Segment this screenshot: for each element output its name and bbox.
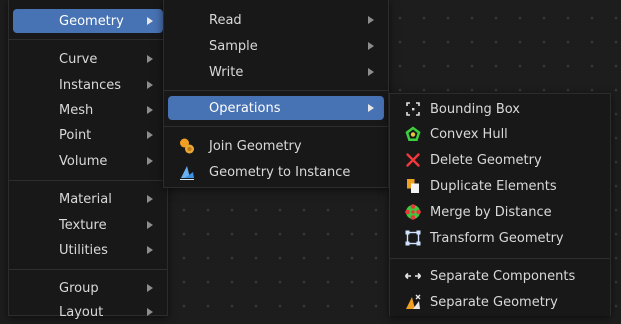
operations-submenu: Bounding Box Convex Hull Delete Geometry… [389, 93, 611, 316]
menu-item-label: Material [59, 191, 112, 207]
menu-item-bounding-box[interactable]: Bounding Box [394, 97, 606, 121]
menu-item-layout[interactable]: Layout [13, 300, 163, 324]
menu-item-label: Duplicate Elements [430, 178, 557, 194]
menu-item-label: Mesh [59, 102, 94, 118]
submenu-arrow-icon [147, 308, 153, 316]
separate-components-icon [404, 267, 422, 285]
merge-icon [404, 203, 422, 221]
submenu-arrow-icon [147, 106, 153, 114]
menu-item-point[interactable]: Point [13, 123, 163, 147]
menu-separator [164, 90, 388, 91]
menu-item-utilities[interactable]: Utilities [13, 238, 163, 262]
join-geometry-icon [178, 137, 196, 155]
menu-item-volume[interactable]: Volume [13, 149, 163, 173]
submenu-arrow-icon [368, 68, 374, 76]
geometry-submenu: Read Sample Write Operations Join Geomet… [163, 0, 389, 188]
menu-item-instances[interactable]: Instances [13, 73, 163, 97]
menu-item-label: Instances [59, 77, 122, 93]
submenu-arrow-icon [147, 157, 153, 165]
geometry-to-instance-icon [178, 163, 196, 181]
menu-item-label: Geometry [59, 13, 124, 29]
submenu-arrow-icon [368, 104, 374, 112]
convex-hull-icon [404, 125, 422, 143]
menu-item-convex-hull[interactable]: Convex Hull [394, 122, 606, 146]
menu-item-write[interactable]: Write [168, 60, 384, 84]
menu-item-join-geometry[interactable]: Join Geometry [168, 134, 384, 158]
menu-item-label: Separate Geometry [430, 294, 558, 310]
menu-item-separate-components[interactable]: Separate Components [394, 264, 606, 288]
menu-item-separate-geometry[interactable]: Separate Geometry [394, 290, 606, 314]
menu-item-texture[interactable]: Texture [13, 213, 163, 237]
add-menu: Geometry Curve Instances Mesh Point Volu… [8, 0, 168, 320]
menu-item-material[interactable]: Material [13, 187, 163, 211]
menu-item-label: Convex Hull [430, 126, 508, 142]
menu-item-label: Write [209, 64, 244, 80]
menu-separator [9, 180, 167, 181]
duplicate-icon [404, 177, 422, 195]
submenu-arrow-icon [147, 81, 153, 89]
submenu-arrow-icon [147, 246, 153, 254]
menu-separator [390, 258, 610, 259]
menu-item-operations[interactable]: Operations [168, 96, 384, 120]
transform-icon [404, 229, 422, 247]
menu-separator [9, 269, 167, 270]
menu-item-label: Transform Geometry [430, 230, 564, 246]
menu-item-label: Utilities [59, 242, 108, 258]
submenu-arrow-icon [368, 42, 374, 50]
menu-item-curve[interactable]: Curve [13, 47, 163, 71]
menu-item-geometry[interactable]: Geometry [13, 9, 163, 33]
menu-item-label: Sample [209, 38, 258, 54]
menu-item-label: Curve [59, 51, 98, 67]
delete-x-icon [404, 151, 422, 169]
menu-item-label: Group [59, 280, 99, 296]
menu-item-group[interactable]: Group [13, 276, 163, 300]
menu-item-mesh[interactable]: Mesh [13, 98, 163, 122]
menu-item-read[interactable]: Read [168, 8, 384, 32]
submenu-arrow-icon [147, 221, 153, 229]
menu-item-label: Geometry to Instance [209, 164, 351, 180]
menu-item-label: Join Geometry [209, 138, 302, 154]
menu-item-label: Point [59, 127, 92, 143]
menu-item-label: Separate Components [430, 268, 576, 284]
menu-item-geometry-to-instance[interactable]: Geometry to Instance [168, 160, 384, 184]
menu-separator [164, 126, 388, 127]
menu-item-label: Merge by Distance [430, 204, 552, 220]
menu-separator [9, 39, 167, 40]
submenu-arrow-icon [147, 55, 153, 63]
menu-item-label: Layout [59, 304, 104, 320]
menu-item-label: Bounding Box [430, 101, 521, 117]
submenu-arrow-icon [147, 284, 153, 292]
menu-item-delete-geometry[interactable]: Delete Geometry [394, 148, 606, 172]
submenu-arrow-icon [147, 195, 153, 203]
menu-item-label: Read [209, 12, 242, 28]
menu-item-label: Texture [59, 217, 107, 233]
menu-item-transform-geometry[interactable]: Transform Geometry [394, 226, 606, 250]
menu-item-label: Delete Geometry [430, 152, 542, 168]
menu-item-duplicate-elements[interactable]: Duplicate Elements [394, 174, 606, 198]
submenu-arrow-icon [147, 131, 153, 139]
separate-geometry-icon [404, 293, 422, 311]
menu-item-label: Operations [209, 100, 281, 116]
bounding-box-icon [404, 100, 422, 118]
submenu-arrow-icon [147, 17, 153, 25]
menu-item-merge-by-distance[interactable]: Merge by Distance [394, 200, 606, 224]
submenu-arrow-icon [368, 16, 374, 24]
menu-item-sample[interactable]: Sample [168, 34, 384, 58]
menu-item-label: Volume [59, 153, 108, 169]
